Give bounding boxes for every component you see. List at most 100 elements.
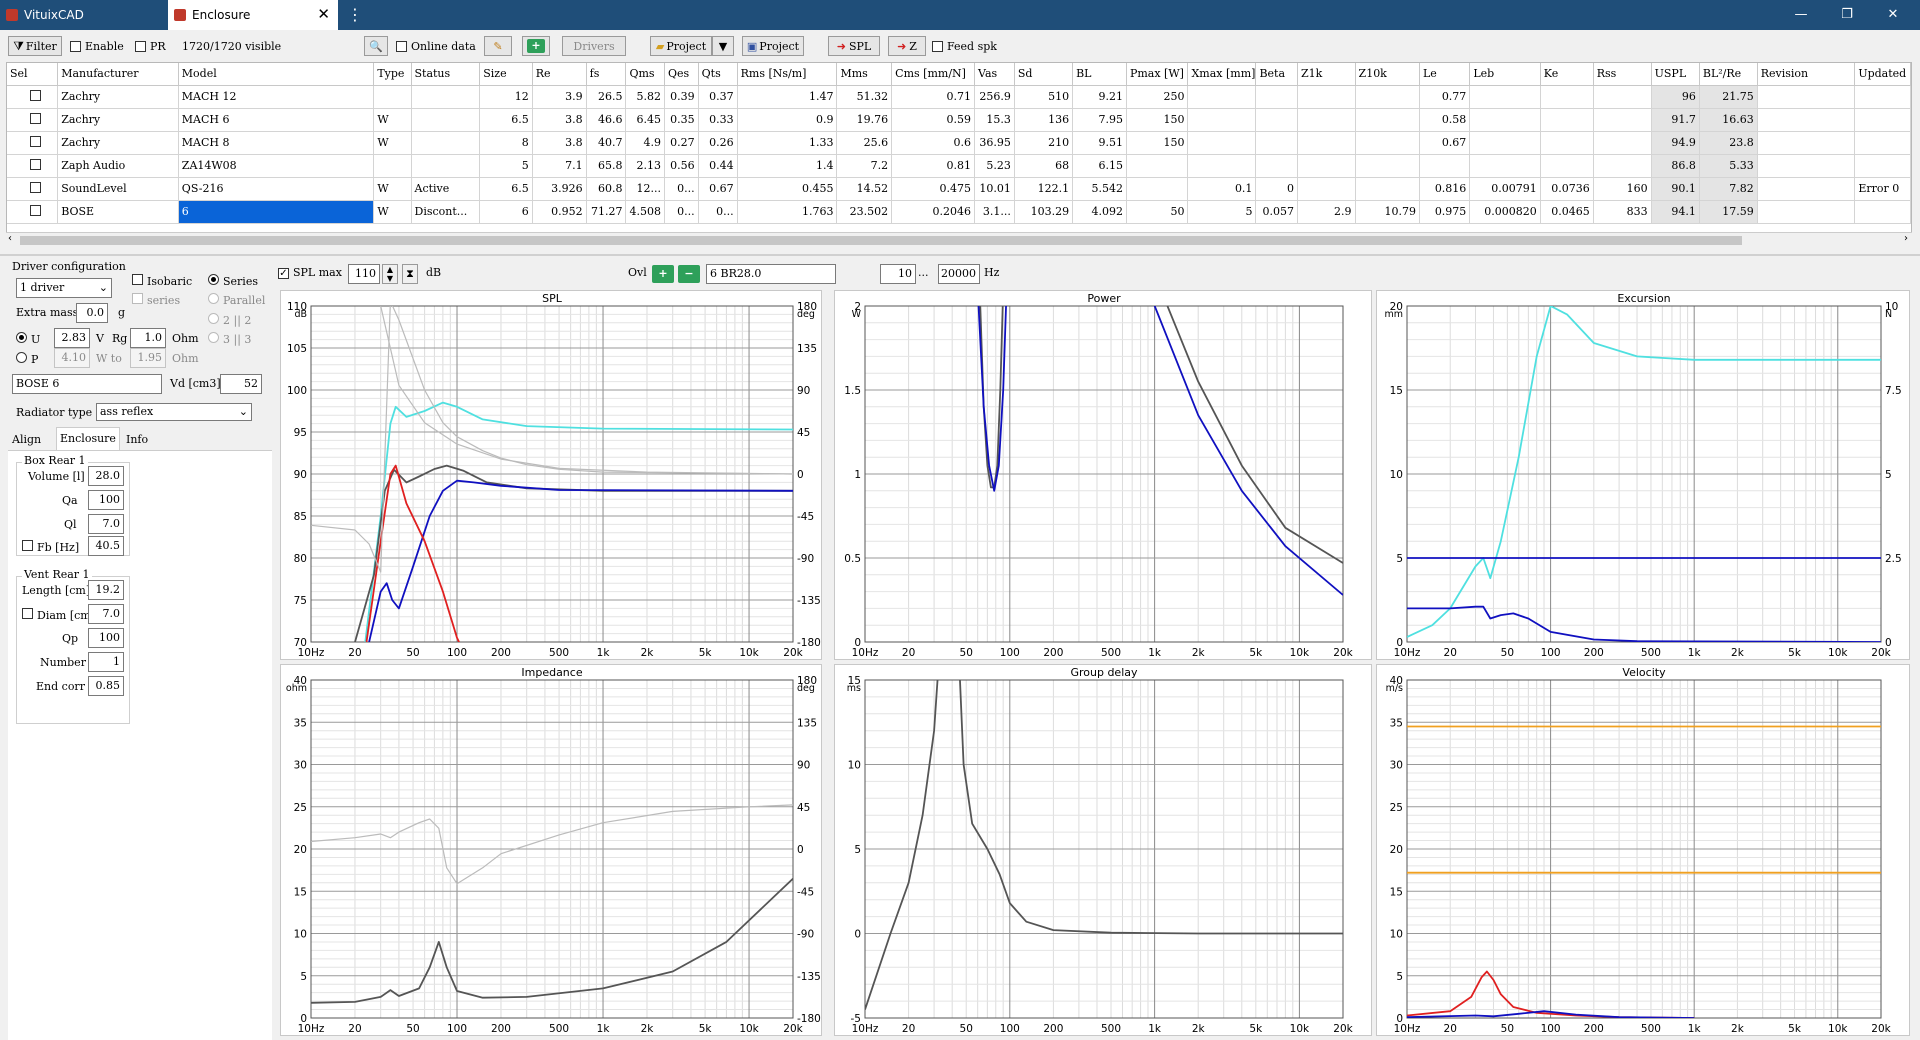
column-header[interactable]: BL²/Re: [1699, 63, 1758, 86]
table-row[interactable]: Zaph Audio ZA14W08 5 7.1 65.8 2.13 0.56 0.44 1.4…: [7, 154, 1911, 178]
filter-button[interactable]: ⧩ Filter: [8, 36, 62, 56]
table-cell[interactable]: 0.475: [891, 177, 976, 201]
z-export-button[interactable]: ➜ Z: [888, 36, 926, 56]
table-cell[interactable]: 5.23: [974, 154, 1015, 178]
table-cell[interactable]: 0.58: [1419, 108, 1471, 132]
table-cell[interactable]: [411, 85, 481, 109]
p33-radio[interactable]: 3 || 3: [208, 332, 251, 346]
table-cell[interactable]: 0.67: [698, 177, 738, 201]
table-cell[interactable]: 68: [1014, 154, 1074, 178]
column-header[interactable]: Xmax [mm]: [1187, 63, 1257, 86]
table-cell[interactable]: 0.39: [664, 85, 699, 109]
row-select-checkbox[interactable]: [30, 89, 41, 101]
table-cell[interactable]: 46.6: [586, 108, 627, 132]
table-cell[interactable]: 2.13: [625, 154, 665, 178]
group-delay-chart[interactable]: Group delay -5 0 5 10 15 ms 10Hz 20 50 100 200 500 1k…: [834, 664, 1372, 1036]
table-cell[interactable]: 1.47: [737, 85, 838, 109]
table-cell[interactable]: 3.926: [532, 177, 587, 201]
table-cell[interactable]: 3.1...: [974, 200, 1015, 224]
table-cell[interactable]: 0.71: [891, 85, 976, 109]
column-header[interactable]: Sel: [7, 63, 59, 86]
table-cell[interactable]: 0.26: [698, 131, 738, 155]
table-cell[interactable]: 0.6: [891, 131, 976, 155]
freq-high-input[interactable]: 20000: [938, 264, 980, 284]
enable-checkbox[interactable]: Enable: [70, 36, 124, 56]
column-header[interactable]: Qes: [664, 63, 699, 86]
row-select-checkbox[interactable]: [30, 158, 41, 170]
table-cell[interactable]: 0.00791: [1469, 177, 1541, 201]
table-cell[interactable]: 0.59: [891, 108, 976, 132]
column-header[interactable]: Revision: [1757, 63, 1856, 86]
column-header[interactable]: Z1k: [1297, 63, 1356, 86]
table-cell[interactable]: [1297, 154, 1356, 178]
drivers-button[interactable]: Drivers: [562, 36, 626, 56]
table-cell[interactable]: 6: [479, 200, 533, 224]
table-cell[interactable]: 12...: [625, 177, 665, 201]
p-input[interactable]: 4.10: [54, 348, 90, 368]
table-cell[interactable]: 26.5: [586, 85, 627, 109]
p-radio[interactable]: P: [16, 352, 38, 366]
table-cell[interactable]: 0.35: [664, 108, 699, 132]
table-cell[interactable]: [1187, 85, 1257, 109]
add-overlay-button[interactable]: +: [652, 265, 674, 283]
table-cell[interactable]: [1126, 177, 1189, 201]
column-header[interactable]: USPL: [1651, 63, 1700, 86]
table-cell[interactable]: [1297, 131, 1356, 155]
table-cell[interactable]: 6.5: [479, 108, 533, 132]
table-cell[interactable]: Discont...: [411, 200, 481, 224]
table-cell[interactable]: QS-216: [178, 177, 375, 201]
scrollbar-thumb[interactable]: [20, 236, 1742, 245]
tab-vituixcad[interactable]: VituixCAD: [0, 0, 168, 30]
table-cell[interactable]: 0.952: [532, 200, 587, 224]
column-header[interactable]: Updated: [1854, 63, 1911, 86]
end-corr-input[interactable]: 0.85: [88, 676, 124, 696]
rg-input[interactable]: 1.0: [130, 328, 166, 348]
table-cell[interactable]: [1355, 131, 1420, 155]
table-cell[interactable]: 5.542: [1072, 177, 1127, 201]
driver-table[interactable]: Sel Manufacturer Model Type Status Size Re fs Qm…: [6, 62, 1912, 248]
table-cell[interactable]: 0.44: [698, 154, 738, 178]
table-cell[interactable]: 0.9: [737, 108, 838, 132]
length-input[interactable]: 19.2: [88, 580, 124, 600]
table-cell[interactable]: [1593, 154, 1652, 178]
velocity-chart[interactable]: Velocity 0 5 10 15 20 25 30 35 40 m/s 10Hz 20 50 100 20…: [1376, 664, 1910, 1036]
table-cell[interactable]: 0.56: [664, 154, 699, 178]
table-cell[interactable]: [411, 154, 481, 178]
table-row[interactable]: SoundLevel QS-216 W Active 6.5 3.926 60.8 12...…: [7, 177, 1911, 201]
table-cell[interactable]: 103.29: [1014, 200, 1074, 224]
isobaric-checkbox[interactable]: Isobaric: [132, 274, 192, 288]
table-cell[interactable]: 25.6: [836, 131, 893, 155]
table-cell[interactable]: [1187, 154, 1257, 178]
column-header[interactable]: fs: [586, 63, 627, 86]
power-chart[interactable]: Power 0 0.5 1 1.5 2 W 10Hz 20 50 100 200 500 1k 2k 5k 10…: [834, 290, 1372, 660]
table-cell[interactable]: [1593, 108, 1652, 132]
table-cell[interactable]: [1187, 131, 1257, 155]
column-header[interactable]: Beta: [1255, 63, 1298, 86]
pr-checkbox[interactable]: PR: [135, 36, 166, 56]
table-cell[interactable]: [1593, 131, 1652, 155]
table-cell[interactable]: MACH 12: [178, 85, 375, 109]
table-cell[interactable]: W: [373, 177, 412, 201]
table-cell[interactable]: [1187, 108, 1257, 132]
radiator-type-select[interactable]: ass reflex ⌄: [96, 403, 252, 421]
table-cell[interactable]: 0.77: [1419, 85, 1471, 109]
column-header[interactable]: Mms: [836, 63, 893, 86]
column-header[interactable]: Manufacturer: [57, 63, 179, 86]
u-input[interactable]: 2.83: [54, 328, 90, 348]
table-cell[interactable]: 51.32: [836, 85, 893, 109]
p22-radio[interactable]: 2 || 2: [208, 313, 251, 327]
table-cell[interactable]: 0...: [664, 177, 699, 201]
table-cell[interactable]: 2.9: [1297, 200, 1356, 224]
restore-icon[interactable]: ❐: [1824, 0, 1870, 30]
project-dropdown[interactable]: ▼: [712, 36, 734, 56]
table-cell[interactable]: 19.76: [836, 108, 893, 132]
table-cell[interactable]: Error 0: [1854, 177, 1911, 201]
table-cell[interactable]: 7.1: [532, 154, 587, 178]
column-header[interactable]: Z10k: [1355, 63, 1420, 86]
table-cell[interactable]: [1469, 108, 1541, 132]
tab-info[interactable]: Info: [126, 430, 148, 450]
table-cell[interactable]: [1255, 131, 1298, 155]
close-window-icon[interactable]: ✕: [1870, 0, 1916, 30]
table-cell[interactable]: [7, 154, 59, 178]
table-cell[interactable]: 96: [1651, 85, 1700, 109]
